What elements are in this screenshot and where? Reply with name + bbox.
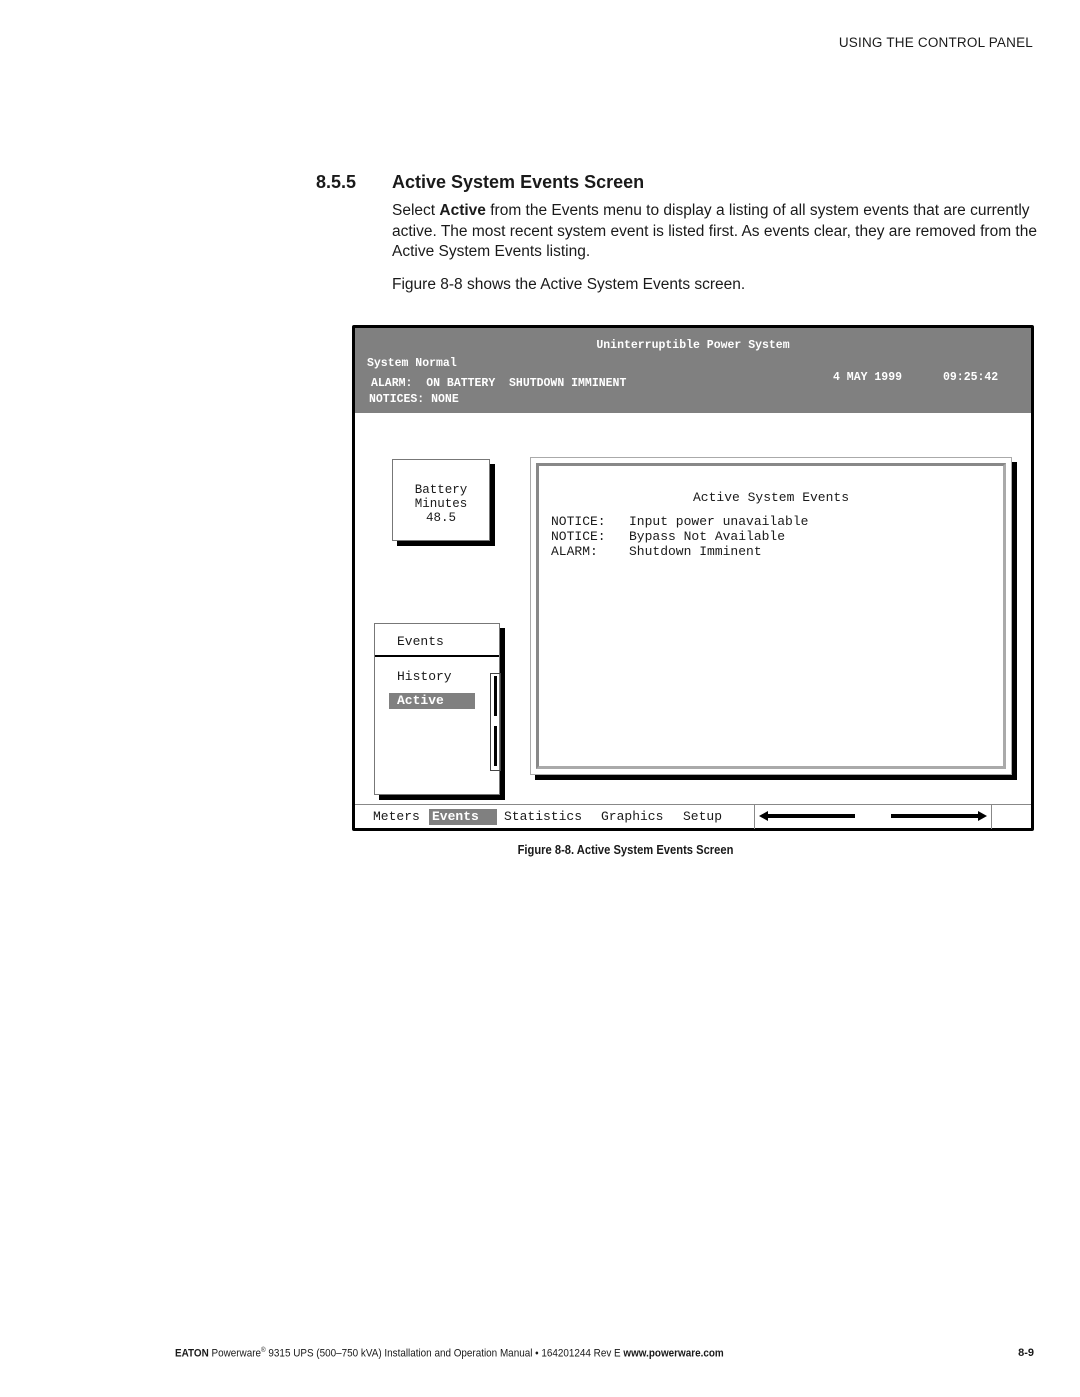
running-head: USING THE CONTROL PANEL <box>838 35 1033 50</box>
event-type: ALARM: <box>551 544 598 559</box>
alarm-line: ALARM: ON BATTERY SHUTDOWN IMMINENT <box>371 377 627 390</box>
menu-item-active[interactable]: Active <box>389 693 475 709</box>
menu-divider <box>375 655 499 657</box>
footer-text: 9315 UPS (500–750 kVA) Installation and … <box>265 1347 624 1360</box>
battery-minutes-box: Battery Minutes 48.5 <box>392 459 490 541</box>
system-status: System Normal <box>367 357 457 370</box>
menu-scrollbar[interactable] <box>490 673 501 771</box>
figure-caption: Figure 8-8. Active System Events Screen <box>517 842 734 857</box>
tab-divider <box>754 805 755 829</box>
minutes-label: Minutes <box>414 497 468 511</box>
event-message: Input power unavailable <box>629 514 809 529</box>
tab-meters[interactable]: Meters <box>370 809 423 825</box>
section-paragraph: Select Active from the Events menu to di… <box>392 201 1042 263</box>
para-text: Select <box>392 202 440 219</box>
section-title: Active System Events Screen <box>392 172 645 192</box>
battery-label: Battery <box>414 483 468 497</box>
tab-divider <box>991 805 992 829</box>
active-events-panel: Active System Events NOTICE: Input power … <box>530 457 1012 775</box>
event-type: NOTICE: <box>551 529 606 544</box>
left-arrow-icon[interactable] <box>759 811 855 821</box>
ups-control-panel-screen: Uninterruptible Power System System Norm… <box>352 325 1034 831</box>
event-type: NOTICE: <box>551 514 606 529</box>
date-display: 4 MAY 1999 <box>833 371 903 384</box>
time-display: 09:25:42 <box>943 371 999 384</box>
tab-setup[interactable]: Setup <box>680 809 725 825</box>
bottom-tab-bar: Meters Events Statistics Graphics Setup <box>355 804 1031 829</box>
event-message: Shutdown Imminent <box>629 544 762 559</box>
right-arrow-icon[interactable] <box>891 811 987 821</box>
tab-events[interactable]: Events <box>429 809 497 825</box>
section-number: 8.5.5 <box>316 172 357 192</box>
active-events-frame: Active System Events NOTICE: Input power … <box>536 463 1006 769</box>
para-text: from the Events menu to display a listin… <box>392 202 1037 260</box>
footer-product: Powerware <box>208 1347 262 1360</box>
status-header: Uninterruptible Power System System Norm… <box>355 328 1031 413</box>
page-number: 8-9 <box>1018 1347 1034 1359</box>
events-menu: Events History Active <box>374 623 501 795</box>
system-title: Uninterruptible Power System <box>596 339 790 352</box>
footer-url: www.powerware.com <box>623 1347 724 1360</box>
event-message: Bypass Not Available <box>629 529 786 544</box>
page-footer: EATON Powerware® 9315 UPS (500–750 kVA) … <box>175 1347 724 1360</box>
event-row: NOTICE: Bypass Not Available <box>551 529 785 544</box>
battery-minutes-value: 48.5 <box>425 511 456 525</box>
event-row: ALARM: Shutdown Imminent <box>551 544 762 559</box>
figure-reference: Figure 8-8 shows the Active System Event… <box>392 276 746 293</box>
para-bold-term: Active <box>439 202 486 219</box>
menu-item-history[interactable]: History <box>389 669 475 685</box>
notices-line: NOTICES: NONE <box>369 393 459 406</box>
scroll-down-arrow-icon[interactable] <box>494 726 497 766</box>
tab-graphics[interactable]: Graphics <box>598 809 666 825</box>
scroll-up-arrow-icon[interactable] <box>494 676 497 716</box>
tab-statistics[interactable]: Statistics <box>501 809 585 825</box>
events-panel-title: Active System Events <box>692 490 850 505</box>
footer-brand: EATON <box>175 1347 209 1360</box>
event-row: NOTICE: Input power unavailable <box>551 514 808 529</box>
events-menu-title: Events <box>397 634 444 649</box>
